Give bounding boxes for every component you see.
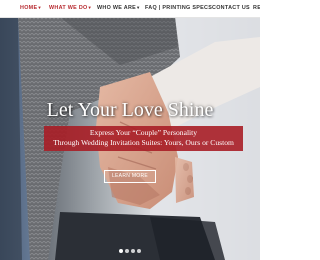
nav-contact-label: CONTACT US [212, 5, 250, 11]
slider-pagination [0, 249, 260, 253]
hero-slider: Let Your Love Shine Express Your “Couple… [0, 17, 260, 260]
nav-what-we-do-label: WHAT WE DO [49, 5, 88, 11]
slide-dot-2[interactable] [125, 249, 129, 253]
nav-contact-us[interactable]: CONTACT US [212, 0, 250, 16]
nav-who-we-are-label: WHO WE ARE [97, 5, 137, 11]
chevron-down-icon: ▾ [88, 5, 92, 10]
nav-faq-label: FAQ | PRINTING SPECS [145, 5, 213, 11]
hero-tagline-banner: Express Your “Couple” Personality Throug… [44, 126, 243, 151]
tagline-line-1: Express Your “Couple” Personality [89, 128, 198, 137]
slide-dot-4[interactable] [137, 249, 141, 253]
slide-dot-1[interactable] [119, 249, 123, 253]
hero-headline: Let Your Love Shine [46, 99, 214, 121]
nav-truncated-label: RE [253, 5, 260, 11]
learn-more-button[interactable]: LEARN MORE [104, 170, 156, 183]
nav-faq-printing-specs[interactable]: FAQ | PRINTING SPECS [145, 0, 212, 16]
nav-home[interactable]: HOME▾ [20, 0, 41, 16]
chevron-down-icon: ▾ [38, 5, 41, 10]
nav-what-we-do[interactable]: WHAT WE DO▾ [49, 0, 91, 16]
nav-who-we-are[interactable]: WHO WE ARE▾ [97, 0, 140, 16]
top-navigation: HOME▾ WHAT WE DO▾ WHO WE ARE▾ FAQ | PRIN… [0, 0, 260, 18]
slide-dot-3[interactable] [131, 249, 135, 253]
chevron-down-icon: ▾ [137, 5, 140, 10]
tagline-line-2: Through Wedding Invitation Suites: Yours… [53, 138, 234, 147]
nav-truncated-item[interactable]: RE [253, 0, 260, 16]
nav-home-label: HOME [20, 5, 38, 11]
